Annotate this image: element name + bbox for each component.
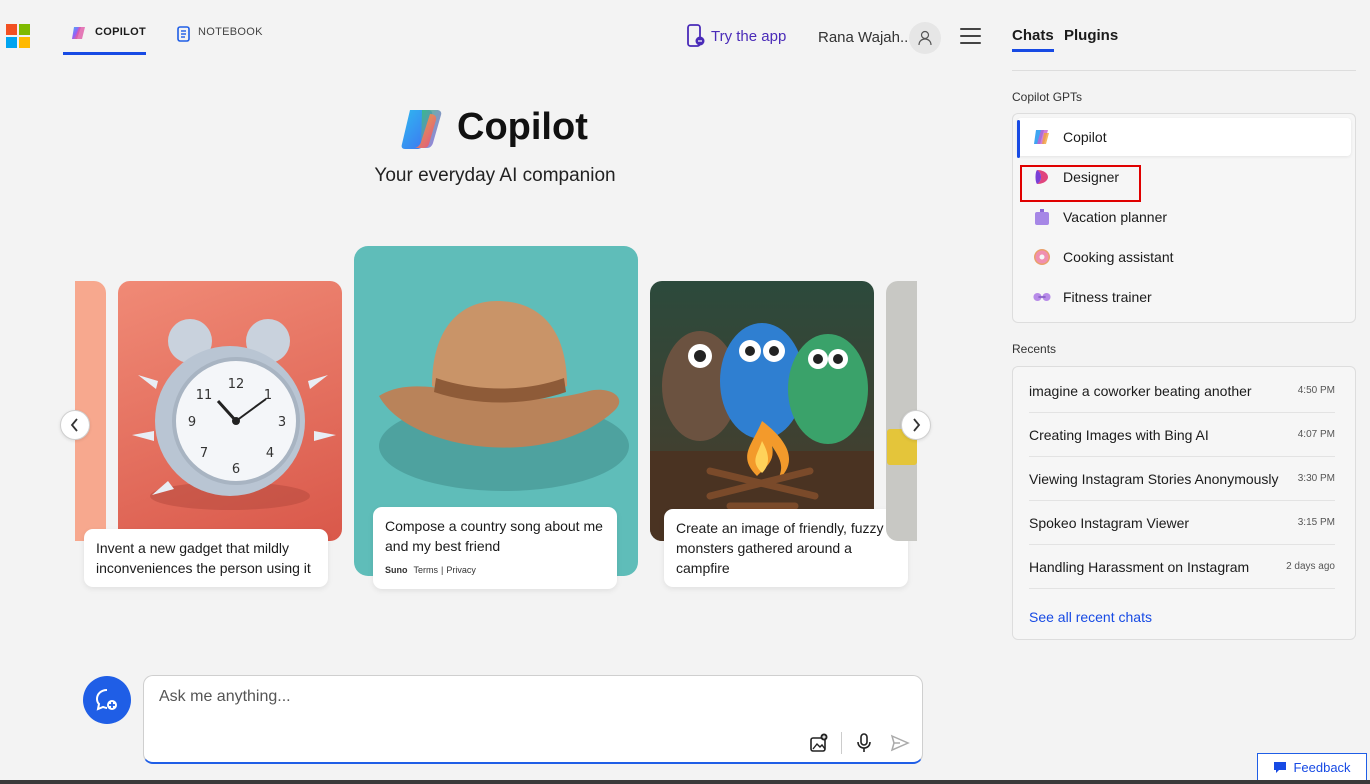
tab-copilot[interactable]: COPILOT [63,18,146,55]
svg-text:7: 7 [200,446,208,461]
meta-separator: | [441,565,444,575]
chat-input[interactable] [159,688,799,706]
svg-text:6: 6 [232,462,240,477]
carousel-prev-button[interactable] [60,410,90,440]
highlight-rectangle [1020,165,1141,202]
donut-icon [1033,248,1051,266]
recent-chat-item[interactable]: imagine a coworker beating another 4:50 … [1029,369,1335,413]
terms-link[interactable]: Terms [414,560,439,580]
recent-chat-title: Spokeo Instagram Viewer [1029,514,1190,531]
tab-notebook-label: NOTEBOOK [198,26,263,38]
recent-chat-item[interactable]: Spokeo Instagram Viewer 3:15 PM [1029,501,1335,545]
gpt-label: Vacation planner [1063,209,1168,225]
input-divider [841,732,842,754]
recent-chat-item[interactable]: Handling Harassment on Instagram 2 days … [1029,545,1335,589]
chevron-left-icon [70,418,78,432]
svg-text:3: 3 [278,415,286,430]
tab-copilot-label: COPILOT [95,26,146,38]
see-all-recent-chats-link[interactable]: See all recent chats [1029,609,1152,625]
microphone-button[interactable] [853,732,875,754]
avatar[interactable] [909,22,941,54]
feedback-icon [1274,761,1287,773]
carousel-next-button[interactable] [901,410,931,440]
recent-chat-title: Creating Images with Bing AI [1029,426,1209,443]
svg-text:12: 12 [228,377,245,392]
microphone-icon [857,733,871,752]
recent-chat-title: Viewing Instagram Stories Anonymously [1029,470,1279,487]
suggestion-carousel: 12 1 34 67 9 11 Invent a new gadget that m… [75,240,917,602]
suggestion-caption-text: Compose a country song about me and my b… [385,518,603,554]
recent-chat-item[interactable]: Viewing Instagram Stories Anonymously 3:… [1029,457,1335,501]
gpt-label: Copilot [1063,129,1107,145]
suggestion-caption[interactable]: Invent a new gadget that mildly inconven… [84,529,328,587]
gpt-item-fitness-trainer[interactable]: Fitness trainer [1017,278,1351,316]
new-topic-button[interactable] [83,676,131,724]
page-subtitle: Your everyday AI companion [374,165,616,186]
send-button[interactable] [889,732,911,754]
suggestion-caption-with-meta[interactable]: Compose a country song about me and my b… [373,507,617,589]
suggestion-caption[interactable]: Create an image of friendly, fuzzy monst… [664,509,908,587]
feedback-button[interactable]: Feedback [1257,753,1367,781]
copilot-logo-icon [401,110,442,149]
suitcase-icon [1033,208,1051,226]
user-icon [918,30,932,46]
gpts-list: Copilot Designer Vacation planner Cookin… [1012,113,1356,323]
svg-text:11: 11 [196,388,213,403]
suggestion-card[interactable] [650,281,874,541]
gpts-heading: Copilot GPTs [1012,90,1083,104]
phone-icon [687,24,705,47]
recent-chat-title: imagine a coworker beating another [1029,382,1252,399]
suggestion-card[interactable]: 12 1 34 67 9 11 [118,281,342,541]
page-title: Copilot [457,106,588,148]
chat-input-box [143,675,923,764]
fuzzy-monsters-image [650,323,874,541]
notebook-icon [177,26,190,42]
new-topic-icon [95,689,117,711]
copilot-icon [1033,128,1051,146]
send-icon [890,734,910,752]
feedback-label: Feedback [1293,759,1351,775]
menu-icon[interactable] [960,28,981,44]
add-image-icon [810,733,828,752]
tab-plugins[interactable]: Plugins [1064,27,1118,52]
panel-divider [1012,70,1356,71]
suno-meta: Suno Terms | Privacy [385,560,605,580]
recent-chat-title: Handling Harassment on Instagram [1029,558,1250,575]
privacy-link[interactable]: Privacy [446,560,476,580]
recent-chat-time: 4:50 PM [1297,385,1335,396]
gpt-label: Fitness trainer [1063,289,1152,305]
try-app-label: Try the app [711,27,787,45]
gpt-item-copilot[interactable]: Copilot [1017,118,1351,158]
svg-text:4: 4 [266,446,274,461]
gpt-label: Cooking assistant [1063,249,1174,265]
recent-chat-time: 3:15 PM [1297,517,1335,528]
add-image-button[interactable] [808,732,830,754]
try-app-link[interactable]: Try the app [686,24,786,48]
suno-brand: Suno [385,565,408,575]
recents-list: imagine a coworker beating another 4:50 … [1012,366,1356,640]
user-name[interactable]: Rana Wajah... [818,29,913,46]
recents-heading: Recents [1012,342,1057,356]
recent-chat-time: 2 days ago [1286,561,1335,572]
recent-chat-time: 3:30 PM [1297,473,1335,484]
svg-text:9: 9 [188,415,196,430]
recent-chat-time: 4:07 PM [1297,429,1335,440]
gpt-item-vacation-planner[interactable]: Vacation planner [1017,198,1351,236]
dumbbell-icon [1033,288,1051,306]
gpt-item-cooking-assistant[interactable]: Cooking assistant [1017,238,1351,276]
alarm-clock-image: 121 34 67 911 [132,319,336,510]
recent-chat-item[interactable]: Creating Images with Bing AI 4:07 PM [1029,413,1335,457]
microsoft-logo[interactable] [6,24,30,48]
tab-notebook[interactable]: NOTEBOOK [177,18,263,55]
chevron-right-icon [913,418,921,432]
taskbar-edge [0,780,1370,784]
tab-chats[interactable]: Chats [1012,27,1054,52]
copilot-icon [72,27,85,39]
